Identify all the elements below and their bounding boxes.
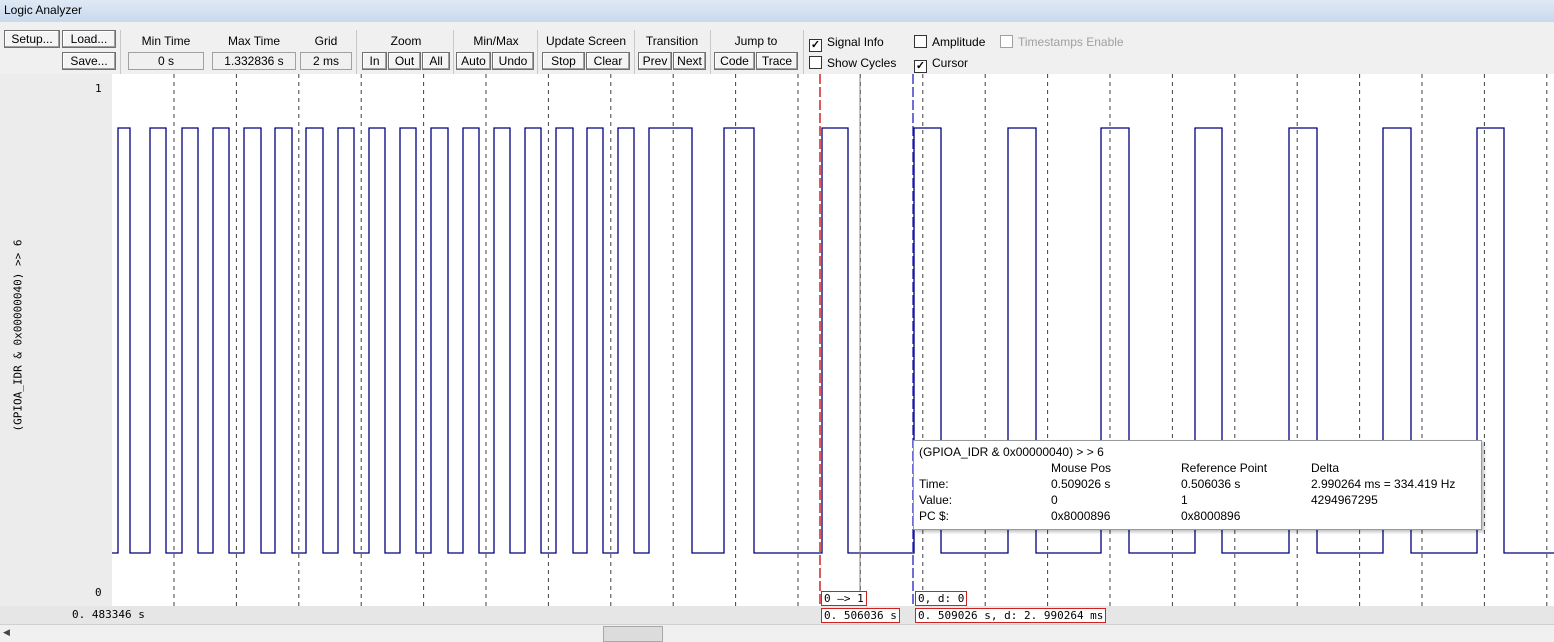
minmax-label: Min/Max: [473, 34, 519, 48]
zoom-in-button[interactable]: In: [362, 52, 387, 70]
load-button[interactable]: Load...: [62, 30, 116, 48]
toolbar-separator: [120, 30, 121, 74]
check-icon: ✓: [809, 39, 822, 52]
timestamps-enable-checkbox: Timestamps Enable: [1000, 35, 1124, 49]
transition-label: Transition: [645, 34, 699, 48]
popup-cell: 0.509026 s: [1051, 477, 1111, 491]
toolbar-separator: [453, 30, 454, 74]
popup-row-label: Time:: [919, 477, 949, 491]
scrollbar-thumb[interactable]: [603, 626, 663, 642]
min-time-value: 0 s: [128, 52, 204, 70]
undo-button[interactable]: Undo: [492, 52, 534, 70]
update-screen-label: Update Screen: [545, 34, 627, 48]
grid-label: Grid: [314, 34, 338, 48]
start-time-label: 0. 483346 s: [72, 608, 145, 621]
grid-value: 2 ms: [300, 52, 352, 70]
toolbar-separator: [710, 30, 711, 74]
popup-row-label: PC $:: [919, 509, 950, 523]
horizontal-scrollbar[interactable]: ◀: [0, 624, 1554, 642]
stop-button[interactable]: Stop: [542, 52, 585, 70]
y-max-label: 1: [95, 82, 102, 95]
toolbar-separator: [803, 30, 804, 74]
unchecked-box-icon: [1000, 35, 1013, 48]
amplitude-checkbox[interactable]: Amplitude: [914, 35, 985, 49]
zoom-label: Zoom: [390, 34, 422, 48]
scroll-left-arrow-icon[interactable]: ◀: [3, 627, 10, 638]
save-button[interactable]: Save...: [62, 52, 116, 70]
signal-info-popup: (GPIOA_IDR & 0x00000040) > > 6 Mouse Pos…: [913, 440, 1482, 530]
signal-name: (GPIOA_IDR & 0x00000040) >> 6: [11, 239, 25, 432]
zoom-all-button[interactable]: All: [422, 52, 450, 70]
y-min-label: 0: [95, 586, 102, 599]
title-bar: Logic Analyzer: [0, 0, 1554, 23]
signal-info-checkbox[interactable]: ✓ Signal Info: [809, 35, 884, 52]
popup-cell: 0x8000896: [1181, 509, 1241, 523]
check-icon: ✓: [914, 60, 927, 73]
show-cycles-checkbox[interactable]: Show Cycles: [809, 56, 896, 70]
popup-cell: 4294967295: [1311, 493, 1378, 507]
popup-cell: 1: [1181, 493, 1188, 507]
setup-button[interactable]: Setup...: [4, 30, 60, 48]
clear-button[interactable]: Clear: [586, 52, 630, 70]
jump-to-label: Jump to: [734, 34, 778, 48]
unchecked-box-icon: [914, 35, 927, 48]
toolbar-separator: [634, 30, 635, 74]
toolbar-separator: [356, 30, 357, 74]
popup-title: (GPIOA_IDR & 0x00000040) > > 6: [919, 445, 1104, 459]
popup-header-mouse: Mouse Pos: [1051, 461, 1112, 475]
popup-row-label: Value:: [919, 493, 953, 507]
popup-cell: 0x8000896: [1051, 509, 1111, 523]
jump-code-button[interactable]: Code: [714, 52, 755, 70]
jump-trace-button[interactable]: Trace: [756, 52, 798, 70]
auto-button[interactable]: Auto: [456, 52, 491, 70]
popup-cell: 0.506036 s: [1181, 477, 1241, 491]
max-time-label: Max Time: [227, 34, 280, 48]
time-axis-bar: 0. 483346 s 0. 506036 s 0. 509026 s, d: …: [0, 606, 1554, 624]
mouse-time-readout: 0. 509026 s, d: 2. 990264 ms: [915, 608, 1107, 623]
popup-header-delta: Delta: [1311, 461, 1340, 475]
popup-cell: 0: [1051, 493, 1058, 507]
prev-transition-button[interactable]: Prev: [638, 52, 672, 70]
reference-time-readout: 0. 506036 s: [821, 608, 900, 623]
cursor-checkbox[interactable]: ✓ Cursor: [914, 56, 968, 73]
reference-transition-readout: 0 —> 1: [821, 591, 867, 606]
popup-cell: 2.990264 ms = 334.419 Hz: [1311, 477, 1456, 491]
min-time-label: Min Time: [141, 34, 191, 48]
toolbar: Setup... Load... Save... Min Time 0 s Ma…: [0, 22, 1554, 74]
window-title: Logic Analyzer: [4, 3, 83, 17]
unchecked-box-icon: [809, 56, 822, 69]
signal-name-panel[interactable]: (GPIOA_IDR & 0x00000040) >> 6 1 0: [0, 74, 112, 606]
popup-header-reference: Reference Point: [1181, 461, 1268, 475]
next-transition-button[interactable]: Next: [673, 52, 706, 70]
mouse-value-readout: 0, d: 0: [915, 591, 968, 606]
max-time-value: 1.332836 s: [212, 52, 296, 70]
zoom-out-button[interactable]: Out: [388, 52, 421, 70]
